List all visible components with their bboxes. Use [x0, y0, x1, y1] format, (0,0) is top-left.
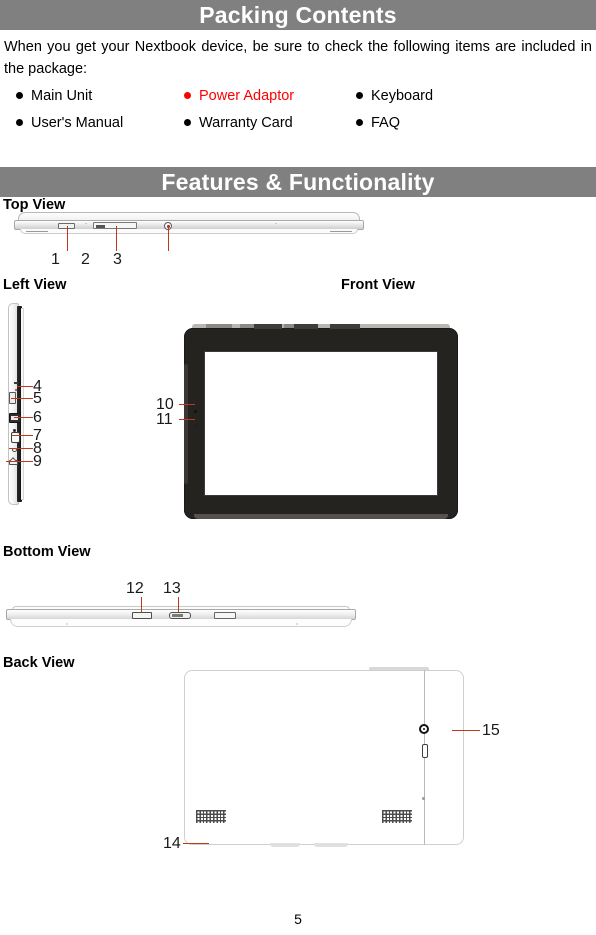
leader-line-2: [116, 226, 118, 251]
callout-15: 15: [482, 722, 500, 739]
packing-item-label: Keyboard: [371, 87, 434, 104]
feature-7-icon: [11, 432, 20, 443]
left-view-illustration: [8, 303, 30, 505]
front-view-label: Front View: [341, 277, 415, 293]
speaker-grille-icon: [382, 810, 412, 823]
bottom-view-illustration: [6, 606, 356, 632]
leader-line-3: [168, 226, 170, 251]
leader-line-15: [452, 730, 480, 732]
leader-line-9: [6, 461, 33, 463]
packing-item-label: FAQ: [371, 114, 401, 131]
speaker-grille-icon: [196, 810, 226, 823]
device-screen: [204, 351, 438, 496]
back-bottom-notch: [270, 843, 300, 847]
bullet-dot-icon: [16, 119, 23, 126]
device-front-bottom-edge: [194, 514, 448, 519]
rear-pinhole-icon: [422, 797, 425, 800]
callout-6: 6: [33, 409, 42, 426]
packing-items-row: User's Manual Warranty Card FAQ: [16, 109, 576, 136]
back-view-label: Back View: [3, 655, 75, 671]
features-functionality-header: Features & Functionality: [0, 167, 596, 197]
packing-item: User's Manual: [16, 115, 184, 131]
packing-items-row: Main Unit Power Adaptor Keyboard: [16, 82, 576, 109]
packing-item-highlighted: Power Adaptor: [184, 88, 356, 104]
leader-line-14: [183, 843, 209, 845]
packing-item-label: Power Adaptor: [199, 87, 295, 104]
packing-item: Main Unit: [16, 88, 184, 104]
callout-13: 13: [163, 580, 181, 597]
bullet-dot-icon: [16, 92, 23, 99]
packing-item-label: Main Unit: [31, 87, 93, 104]
bottom-view-label: Bottom View: [3, 544, 91, 560]
bottom-edge-segment: [330, 324, 360, 329]
device-left-inner-edge: [21, 308, 24, 500]
callout-12: 12: [126, 580, 144, 597]
edge-tick: [26, 230, 48, 232]
leader-line-11: [179, 419, 195, 421]
leader-line-12: [141, 597, 143, 612]
back-view-illustration: [184, 667, 464, 847]
connector-extra-icon: [214, 611, 236, 619]
packing-item-label: User's Manual: [31, 114, 124, 131]
edge-tick: [330, 230, 352, 232]
leader-line-5: [11, 398, 33, 400]
callout-9: 9: [33, 453, 42, 470]
connector-13-icon: [169, 611, 191, 619]
leader-line-10: [179, 404, 195, 406]
detail-dot: [85, 222, 87, 225]
callout-3: 3: [113, 251, 122, 268]
packing-item-label: Warranty Card: [199, 114, 293, 131]
device-front-left-band: [184, 364, 188, 484]
callout-14: 14: [163, 835, 181, 852]
back-bottom-notch: [314, 843, 348, 847]
rear-camera-icon: [419, 724, 429, 734]
manual-page: Packing Contents When you get your Nextb…: [0, 0, 596, 935]
packing-item: Keyboard: [356, 88, 536, 104]
leader-line-6: [14, 417, 33, 419]
rear-flash-icon: [422, 744, 428, 758]
device-top-underside: [20, 229, 358, 234]
packing-items-list: Main Unit Power Adaptor Keyboard User's …: [16, 82, 576, 136]
callout-2: 2: [81, 251, 90, 268]
detail-dot: [296, 623, 298, 625]
packing-contents-header: Packing Contents: [0, 0, 596, 30]
callout-11: 11: [156, 411, 173, 428]
bullet-dot-icon: [184, 92, 191, 99]
page-number: 5: [294, 911, 302, 927]
detail-dot: [275, 222, 277, 225]
detail-dot: [66, 623, 68, 625]
callout-1: 1: [51, 251, 60, 268]
port-2-icon: [93, 222, 137, 229]
bottom-edge-segment: [254, 324, 282, 329]
callout-5: 5: [33, 390, 42, 407]
leader-line-4: [17, 386, 33, 388]
bullet-dot-icon: [184, 119, 191, 126]
leader-line-13: [178, 597, 180, 612]
top-view-label: Top View: [3, 197, 66, 213]
front-camera-icon: [194, 410, 197, 413]
bottom-edge-segment: [294, 324, 318, 329]
left-view-label: Left View: [3, 277, 67, 293]
leader-line-7: [12, 435, 33, 437]
packing-intro-paragraph: When you get your Nextbook device, be su…: [4, 39, 592, 77]
packing-item: FAQ: [356, 115, 536, 131]
bullet-dot-icon: [356, 119, 363, 126]
packing-item: Warranty Card: [184, 115, 356, 131]
connector-12-icon: [132, 611, 152, 619]
leader-line-1: [67, 226, 69, 251]
device-bottom-underside: [10, 619, 352, 627]
feature-4-icon: [14, 382, 18, 384]
bullet-dot-icon: [356, 92, 363, 99]
front-view-illustration: [184, 324, 458, 519]
leader-line-8: [9, 448, 33, 450]
